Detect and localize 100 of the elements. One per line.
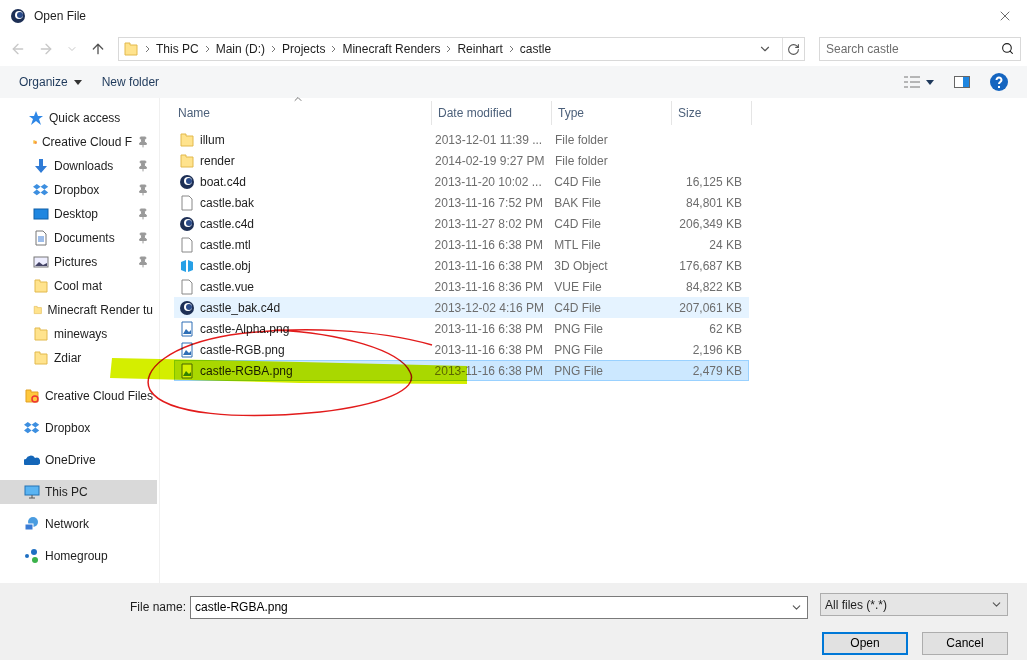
file-name: castle_bak.c4d xyxy=(200,300,281,315)
column-header[interactable]: Name xyxy=(174,101,432,125)
table-cell-text: PNG File xyxy=(553,342,605,357)
dropbox-icon xyxy=(24,420,40,436)
column-header[interactable]: Date modified xyxy=(432,101,552,125)
file-row[interactable]: castle-RGB.png 2013-11-16 6:38 PM PNG File 2,196 KB xyxy=(174,339,749,360)
file-row[interactable]: castle.c4d 2013-11-27 8:02 PM C4D File 206,349 KB xyxy=(174,213,749,234)
pin-icon xyxy=(137,136,149,148)
file-icon xyxy=(179,278,195,295)
desktop-icon xyxy=(33,206,49,222)
file-row[interactable]: castle_bak.c4d 2013-12-02 4:16 PM C4D File 207,061 KB xyxy=(174,297,749,318)
table-cell-text: MTL File xyxy=(553,237,602,252)
folder-icon xyxy=(33,326,49,342)
table-cell-text: 206,349 KB xyxy=(678,216,743,231)
breadcrumb[interactable]: Projects xyxy=(282,42,326,56)
sidebar-item[interactable]: mineways xyxy=(0,322,112,346)
breadcrumb[interactable]: Minecraft Renders xyxy=(342,42,441,56)
pin-icon xyxy=(137,160,149,172)
caret-icon xyxy=(73,79,82,85)
dialog-button[interactable]: Cancel xyxy=(922,631,1008,655)
breadcrumb[interactable]: Main (D:) xyxy=(215,42,266,56)
file-row[interactable]: illum 2013-12-01 11:39 ... File folder xyxy=(174,129,749,150)
cube-icon xyxy=(179,257,195,274)
address-bar[interactable]: This PC Main (D:) Projects Minecraft Renders Reinhart castle xyxy=(118,37,805,61)
homegroup-icon xyxy=(24,548,40,564)
monitor-icon xyxy=(24,484,40,500)
sidebar-item[interactable]: Dropbox xyxy=(0,416,95,440)
file-row[interactable]: castle.obj 2013-11-16 6:38 PM 3D Object 176,687 KB xyxy=(174,255,749,276)
sidebar-item[interactable]: Creative Cloud Files xyxy=(0,384,157,408)
sphere-icon xyxy=(10,8,26,24)
pin-icon xyxy=(137,256,149,268)
file-type-dropdown[interactable]: All files (*.*) xyxy=(820,593,1008,616)
sphere-icon xyxy=(179,215,195,232)
table-cell-text: 2,479 KB xyxy=(691,363,743,378)
dialog-button[interactable]: Open xyxy=(822,631,908,655)
chevron-icon xyxy=(508,45,514,53)
file-name: castle-Alpha.png xyxy=(200,321,290,336)
search-field[interactable]: Search castle xyxy=(819,37,1021,61)
table-cell-text: 62 KB xyxy=(708,321,743,336)
folder-icon xyxy=(33,350,49,366)
toolbar-button[interactable]: Organize xyxy=(14,72,87,92)
table-cell-text: 2013-11-16 7:52 PM xyxy=(433,195,545,210)
sidebar-item[interactable]: Desktop xyxy=(0,202,157,226)
image-file-icon xyxy=(179,341,195,358)
sidebar-item[interactable]: Downloads xyxy=(0,154,157,178)
table-cell-text: 2013-11-16 6:38 PM xyxy=(433,258,545,273)
table-cell-text: 2013-11-16 6:38 PM xyxy=(433,342,545,357)
table-cell-text: 2013-11-16 6:38 PM xyxy=(433,237,545,252)
sidebar-item[interactable]: Cool mat xyxy=(0,274,107,298)
breadcrumb[interactable]: Reinhart xyxy=(457,42,503,56)
folder-icon xyxy=(24,388,40,404)
table-cell-text: 2013-12-01 11:39 ... xyxy=(434,132,544,147)
sphere-icon xyxy=(179,299,195,316)
sidebar-item[interactable]: Pictures xyxy=(0,250,157,274)
file-row[interactable]: castle.mtl 2013-11-16 6:38 PM MTL File 24 KB xyxy=(174,234,749,255)
dropbox-icon xyxy=(33,182,49,198)
file-row[interactable]: castle.vue 2013-11-16 8:36 PM VUE File 84,822 KB xyxy=(174,276,749,297)
folder-icon xyxy=(123,41,139,57)
sidebar-item[interactable]: Quick access xyxy=(0,106,125,130)
breadcrumb[interactable]: castle xyxy=(519,42,552,56)
file-name: castle-RGBA.png xyxy=(200,363,293,378)
sidebar-item[interactable]: Documents xyxy=(0,226,157,250)
sidebar-item[interactable]: Zdiar xyxy=(0,346,86,370)
file-icon xyxy=(179,194,195,211)
search-icon xyxy=(1001,42,1014,55)
sidebar-item[interactable]: Dropbox xyxy=(0,178,157,202)
pin-icon xyxy=(137,208,149,220)
sidebar-item[interactable]: Minecraft Render tu xyxy=(0,298,157,322)
pin-icon xyxy=(137,184,149,196)
column-header[interactable]: Size xyxy=(672,101,752,125)
sidebar-item[interactable]: Network xyxy=(0,512,93,536)
file-name-field[interactable]: castle-RGBA.png xyxy=(190,595,808,619)
table-cell-text: BAK File xyxy=(553,195,603,210)
sphere-icon xyxy=(179,173,195,190)
folder-icon xyxy=(179,131,195,148)
file-name: castle.obj xyxy=(200,258,251,273)
file-row[interactable]: castle.bak 2013-11-16 7:52 PM BAK File 84,801 KB xyxy=(174,192,749,213)
column-header[interactable]: Type xyxy=(552,101,672,125)
table-cell-text: 84,822 KB xyxy=(684,279,743,294)
sidebar-item[interactable]: This PC xyxy=(0,480,157,504)
table-cell-text: File folder xyxy=(554,132,609,147)
table-cell-text: 2,196 KB xyxy=(691,342,743,357)
toolbar-button[interactable]: New folder xyxy=(96,72,165,92)
file-row[interactable]: boat.c4d 2013-11-20 10:02 ... C4D File 16,125 KB xyxy=(174,171,749,192)
pane-icon xyxy=(954,76,970,88)
pin-icon xyxy=(137,232,149,244)
sidebar-item[interactable]: OneDrive xyxy=(0,448,100,472)
file-name: render xyxy=(200,153,235,168)
sidebar-item[interactable]: Homegroup xyxy=(0,544,112,568)
breadcrumb[interactable]: This PC xyxy=(156,42,199,56)
file-row[interactable]: render 2014-02-19 9:27 PM File folder xyxy=(174,150,749,171)
sidebar-item[interactable]: Creative Cloud F xyxy=(0,130,157,154)
caret-icon xyxy=(926,79,934,85)
table-cell-text: VUE File xyxy=(553,279,603,294)
chevron-icon xyxy=(204,45,210,53)
table-cell-text: 84,801 KB xyxy=(684,195,743,210)
table-cell-text: C4D File xyxy=(553,216,603,231)
star-icon xyxy=(28,110,44,126)
field-label: File name: xyxy=(130,600,187,615)
file-row[interactable]: castle-Alpha.png 2013-11-16 6:38 PM PNG File 62 KB xyxy=(174,318,749,339)
